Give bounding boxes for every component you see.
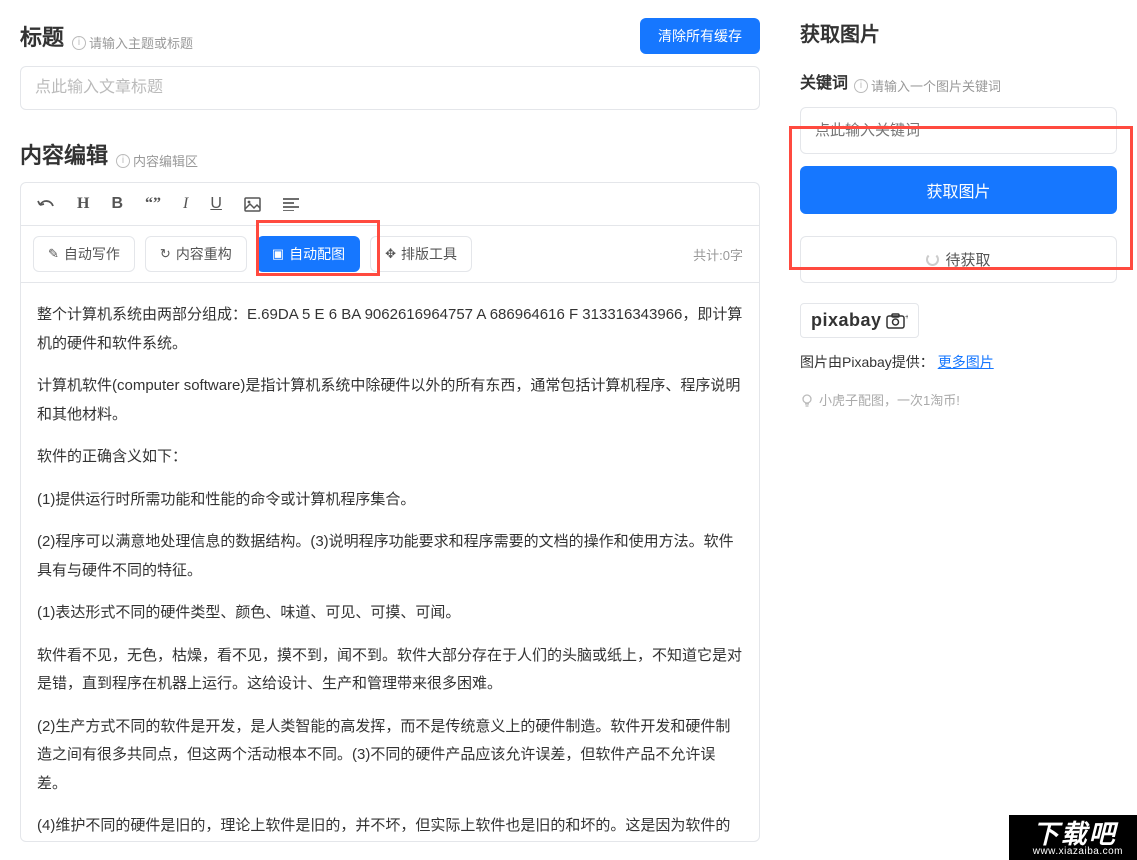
- bold-icon[interactable]: B: [111, 195, 123, 213]
- waiting-button[interactable]: 待获取: [800, 236, 1117, 283]
- watermark: 下载吧 www.xiazaiba.com: [1009, 815, 1137, 860]
- provided-by-line: 图片由Pixabay提供： 更多图片: [800, 352, 1117, 372]
- refresh-icon: ↻: [160, 246, 171, 262]
- word-count: 共计:0字: [693, 245, 743, 264]
- content-edit-hint: i 内容编辑区: [116, 151, 198, 170]
- paragraph: (1)提供运行时所需功能和性能的命令或计算机程序集合。: [37, 486, 743, 515]
- spinner-icon: [926, 253, 939, 266]
- underline-icon[interactable]: U: [210, 195, 222, 213]
- camera-icon: +: [886, 313, 908, 329]
- align-left-icon[interactable]: [283, 197, 299, 211]
- image-icon[interactable]: [244, 197, 261, 212]
- settings-icon: ✥: [385, 246, 396, 262]
- undo-icon[interactable]: [37, 196, 55, 212]
- italic-icon[interactable]: I: [183, 195, 188, 213]
- clear-cache-button[interactable]: 清除所有缓存: [640, 18, 760, 54]
- keyword-hint: i 请输入一个图片关键词: [854, 76, 1001, 95]
- paragraph: 软件的正确含义如下：: [37, 443, 743, 472]
- info-icon: i: [116, 154, 130, 168]
- content-edit-label: 内容编辑: [20, 138, 108, 170]
- svg-text:+: +: [905, 314, 908, 321]
- title-header: 标题 i 请输入主题或标题 清除所有缓存: [20, 18, 760, 54]
- title-hint: i 请输入主题或标题: [72, 33, 193, 52]
- paragraph: 整个计算机系统由两部分组成：E.69DA 5 E 6 BA 9062616964…: [37, 301, 743, 358]
- more-images-link[interactable]: 更多图片: [938, 354, 994, 370]
- keyword-label: 关键词: [800, 69, 848, 93]
- pixabay-logo: pixabay +: [800, 303, 919, 338]
- lightbulb-icon: [800, 393, 814, 407]
- info-icon: i: [72, 36, 86, 50]
- pencil-icon: ✎: [48, 246, 59, 262]
- auto-image-button[interactable]: ▣自动配图: [257, 236, 360, 272]
- quote-icon[interactable]: “”: [145, 195, 161, 213]
- paragraph: 软件看不见，无色，枯燥，看不见，摸不到，闻不到。软件大部分存在于人们的头脑或纸上…: [37, 642, 743, 699]
- note-line: 小虎子配图，一次1淘币!: [800, 390, 1117, 409]
- paragraph: (4)维护不同的硬件是旧的，理论上软件是旧的，并不坏，但实际上软件也是旧的和坏的…: [37, 812, 743, 842]
- title-input[interactable]: [20, 66, 760, 110]
- layout-tool-button[interactable]: ✥排版工具: [370, 236, 472, 272]
- auto-write-button[interactable]: ✎自动写作: [33, 236, 135, 272]
- paragraph: (2)生产方式不同的软件是开发，是人类智能的高发挥，而不是传统意义上的硬件制造。…: [37, 713, 743, 799]
- heading-icon[interactable]: H: [77, 195, 89, 213]
- sidebar-heading: 获取图片: [800, 18, 1117, 47]
- paragraph: 计算机软件(computer software)是指计算机系统中除硬件以外的所有…: [37, 372, 743, 429]
- editor-body[interactable]: 整个计算机系统由两部分组成：E.69DA 5 E 6 BA 9062616964…: [20, 282, 760, 842]
- keyword-input[interactable]: [800, 107, 1117, 154]
- info-icon: i: [854, 79, 868, 93]
- title-label: 标题: [20, 20, 64, 52]
- restructure-button[interactable]: ↻内容重构: [145, 236, 247, 272]
- editor-toolbar: H B “” I U ✎自动写作 ↻内容重构 ▣自动配图 ✥排版: [20, 182, 760, 282]
- paragraph: (1)表达形式不同的硬件类型、颜色、味道、可见、可摸、可闻。: [37, 599, 743, 628]
- picture-icon: ▣: [272, 246, 284, 262]
- paragraph: (2)程序可以满意地处理信息的数据结构。(3)说明程序功能要求和程序需要的文档的…: [37, 528, 743, 585]
- fetch-image-button[interactable]: 获取图片: [800, 166, 1117, 214]
